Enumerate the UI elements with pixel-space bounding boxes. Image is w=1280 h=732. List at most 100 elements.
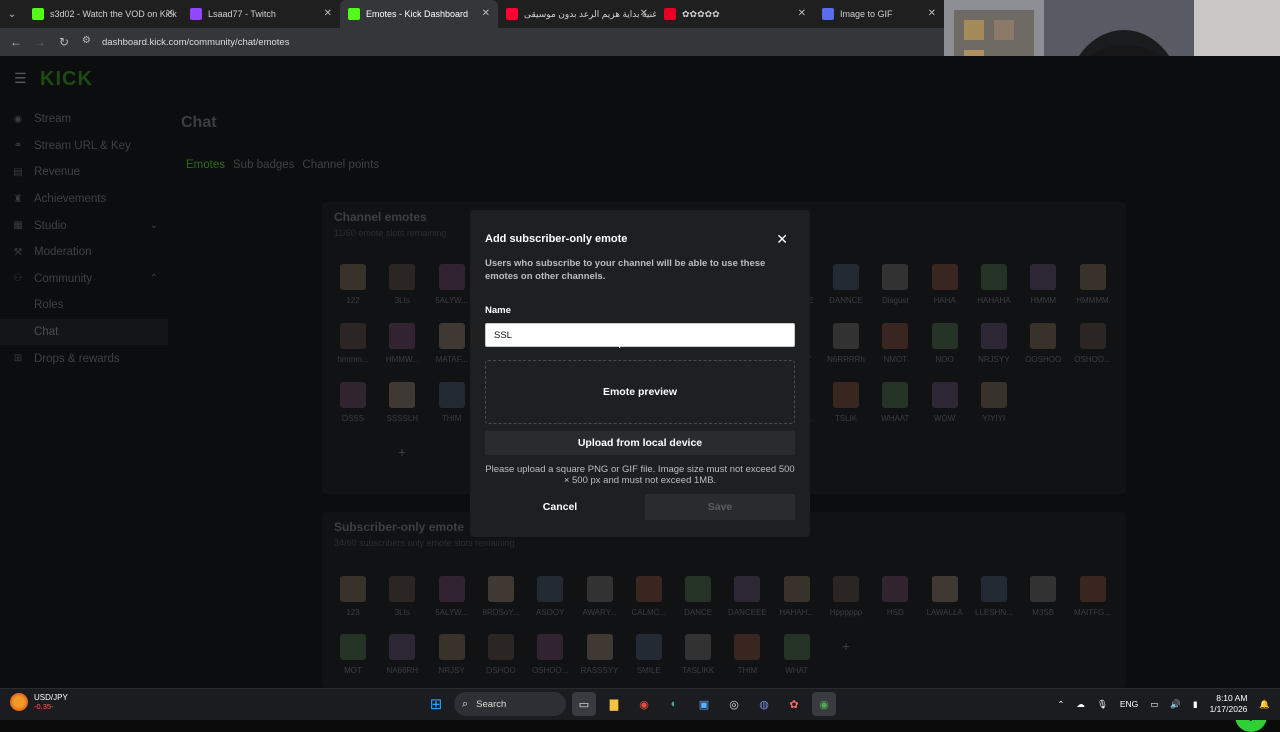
- emote-item[interactable]: CALMC...: [627, 576, 671, 617]
- sidebar-item-drops-rewards[interactable]: ⊞ Drops & rewards: [0, 345, 168, 372]
- menu-icon[interactable]: ☰: [14, 70, 27, 87]
- clock[interactable]: 8:10 AM 1/17/2026: [1210, 693, 1248, 715]
- emote-item[interactable]: OSHOO: [479, 634, 523, 675]
- app-icon[interactable]: ◎: [722, 692, 746, 716]
- emote-item[interactable]: DANNCE: [824, 264, 868, 305]
- emote-item[interactable]: OSHOO...: [1071, 323, 1115, 364]
- browser-tab[interactable]: Lsaad77 - Twitch ✕: [182, 0, 340, 28]
- sidebar-item-revenue[interactable]: ▤ Revenue: [0, 159, 168, 186]
- sidebar-item-studio[interactable]: ▦ Studio ⌄: [0, 212, 168, 239]
- emote-item[interactable]: HMMMM: [1071, 264, 1115, 305]
- emote-item[interactable]: THIM: [430, 382, 474, 423]
- emote-item[interactable]: SSSSLH: [380, 382, 424, 423]
- emote-item[interactable]: LLESHN...: [972, 576, 1016, 617]
- emote-item[interactable]: NOO: [923, 323, 967, 364]
- close-icon[interactable]: ✕: [776, 231, 788, 248]
- upload-button[interactable]: Upload from local device: [485, 431, 795, 455]
- emote-item[interactable]: 5ALYW...: [430, 576, 474, 617]
- emote-item[interactable]: NA66RH: [380, 634, 424, 675]
- language-indicator[interactable]: ENG: [1120, 699, 1138, 709]
- add-emote-icon[interactable]: +: [398, 444, 406, 460]
- sidebar-item-roles[interactable]: Roles: [0, 292, 168, 319]
- emote-item[interactable]: MAITFG...: [1071, 576, 1115, 617]
- emote-item[interactable]: WHAAT: [873, 382, 917, 423]
- cloud-icon[interactable]: ☁: [1077, 699, 1086, 710]
- chrome-active-icon[interactable]: ◉: [812, 692, 836, 716]
- chrome-icon[interactable]: ◉: [632, 692, 656, 716]
- emote-item[interactable]: MATAF...: [430, 323, 474, 364]
- sidebar-item-stream-url-key[interactable]: ⚭ Stream URL & Key: [0, 133, 168, 160]
- emote-item[interactable]: AWARY...: [578, 576, 622, 617]
- reload-icon[interactable]: ↻: [52, 35, 76, 49]
- browser-tab[interactable]: Image to GIF ✕: [814, 0, 944, 28]
- emote-preview-dropzone[interactable]: Emote preview: [485, 360, 795, 424]
- forward-icon[interactable]: →: [28, 35, 52, 49]
- emote-item[interactable]: 8RDSoY...: [479, 576, 523, 617]
- emote-item[interactable]: 5ALYW...: [430, 264, 474, 305]
- tab-sub-badges[interactable]: Sub badges: [233, 159, 294, 171]
- discord-icon[interactable]: ◍: [752, 692, 776, 716]
- kick-logo[interactable]: KICK: [40, 68, 93, 91]
- tray-chevron-icon[interactable]: ⌃: [1057, 699, 1064, 710]
- emote-item[interactable]: WOW: [923, 382, 967, 423]
- browser-tab[interactable]: Emotes - Kick Dashboard ✕: [340, 0, 498, 28]
- sidebar-item-stream[interactable]: ◉ Stream: [0, 106, 168, 133]
- volume-icon[interactable]: 🔊: [1170, 699, 1181, 710]
- back-icon[interactable]: ←: [4, 35, 28, 49]
- mic-icon[interactable]: 🎙: [1097, 699, 1108, 710]
- emote-item[interactable]: RASSSYY: [578, 634, 622, 675]
- emote-item[interactable]: HAHAHA: [972, 264, 1016, 305]
- emote-item[interactable]: N6RRRRh: [824, 323, 868, 364]
- emote-item[interactable]: HSD: [873, 576, 917, 617]
- browser-tab[interactable]: اغنية بداية هزيم الرعد بدون موسيقى ✕: [498, 0, 656, 28]
- start-icon[interactable]: ⊞: [424, 692, 448, 716]
- emote-item[interactable]: YIYIYI: [972, 382, 1016, 423]
- sidebar-item-community[interactable]: ⚇ Community ⌃: [0, 266, 168, 293]
- emote-name-input[interactable]: [485, 323, 795, 347]
- display-icon[interactable]: ▭: [1150, 699, 1158, 710]
- market-widget[interactable]: USD/JPY -0.35-: [10, 693, 68, 711]
- emote-item[interactable]: HMMW...: [380, 323, 424, 364]
- emote-item[interactable]: LAWALLA: [923, 576, 967, 617]
- add-emote-icon[interactable]: +: [842, 638, 850, 654]
- save-button[interactable]: Save: [645, 494, 795, 520]
- emote-item[interactable]: HMMM: [1021, 264, 1065, 305]
- emote-item[interactable]: Disgust: [873, 264, 917, 305]
- task-view-icon[interactable]: ▭: [572, 692, 596, 716]
- cancel-button[interactable]: Cancel: [485, 494, 635, 520]
- emote-item[interactable]: THIM: [725, 634, 769, 675]
- emote-item[interactable]: NRJSYY: [972, 323, 1016, 364]
- sidebar-item-chat[interactable]: Chat: [0, 318, 168, 346]
- tab-close-icon[interactable]: ✕: [798, 8, 806, 19]
- tab-close-icon[interactable]: ✕: [482, 8, 490, 19]
- emote-item[interactable]: DANCE: [676, 576, 720, 617]
- emote-item[interactable]: M3SB: [1021, 576, 1065, 617]
- battery-icon[interactable]: ▮: [1193, 699, 1198, 710]
- emote-item[interactable]: TSLIK: [824, 382, 868, 423]
- emote-item[interactable]: DANCEEE: [725, 576, 769, 617]
- tab-channel-points[interactable]: Channel points: [302, 159, 379, 171]
- tab-emotes[interactable]: Emotes: [186, 159, 225, 171]
- store-icon[interactable]: ▣: [692, 692, 716, 716]
- emote-item[interactable]: OOSHOO: [1021, 323, 1065, 364]
- tab-close-icon[interactable]: ✕: [928, 8, 936, 19]
- emote-item[interactable]: OSSS: [331, 382, 375, 423]
- emote-item[interactable]: TASLIKK: [676, 634, 720, 675]
- emote-item[interactable]: 3Lts: [380, 264, 424, 305]
- sidebar-item-moderation[interactable]: ⚒ Moderation: [0, 239, 168, 266]
- emote-item[interactable]: SMILE: [627, 634, 671, 675]
- sidebar-item-achievements[interactable]: ♜ Achievements: [0, 186, 168, 213]
- tab-close-icon[interactable]: ✕: [324, 8, 332, 19]
- edge-icon[interactable]: ◐: [662, 692, 686, 716]
- emote-item[interactable]: NMOT: [873, 323, 917, 364]
- emote-item[interactable]: Hpppppp: [824, 576, 868, 617]
- site-info-icon[interactable]: ⚙: [82, 35, 96, 49]
- emote-item[interactable]: OSHOO...: [528, 634, 572, 675]
- browser-tab[interactable]: ✿✿✿✿✿ ✕: [656, 0, 814, 28]
- emote-item[interactable]: 122: [331, 264, 375, 305]
- url-field[interactable]: ⚙ dashboard.kick.com/community/chat/emot…: [82, 35, 289, 49]
- emote-item[interactable]: HAHAH...: [775, 576, 819, 617]
- app2-icon[interactable]: ✿: [782, 692, 806, 716]
- emote-item[interactable]: ASOOY: [528, 576, 572, 617]
- emote-item[interactable]: NRJSY: [430, 634, 474, 675]
